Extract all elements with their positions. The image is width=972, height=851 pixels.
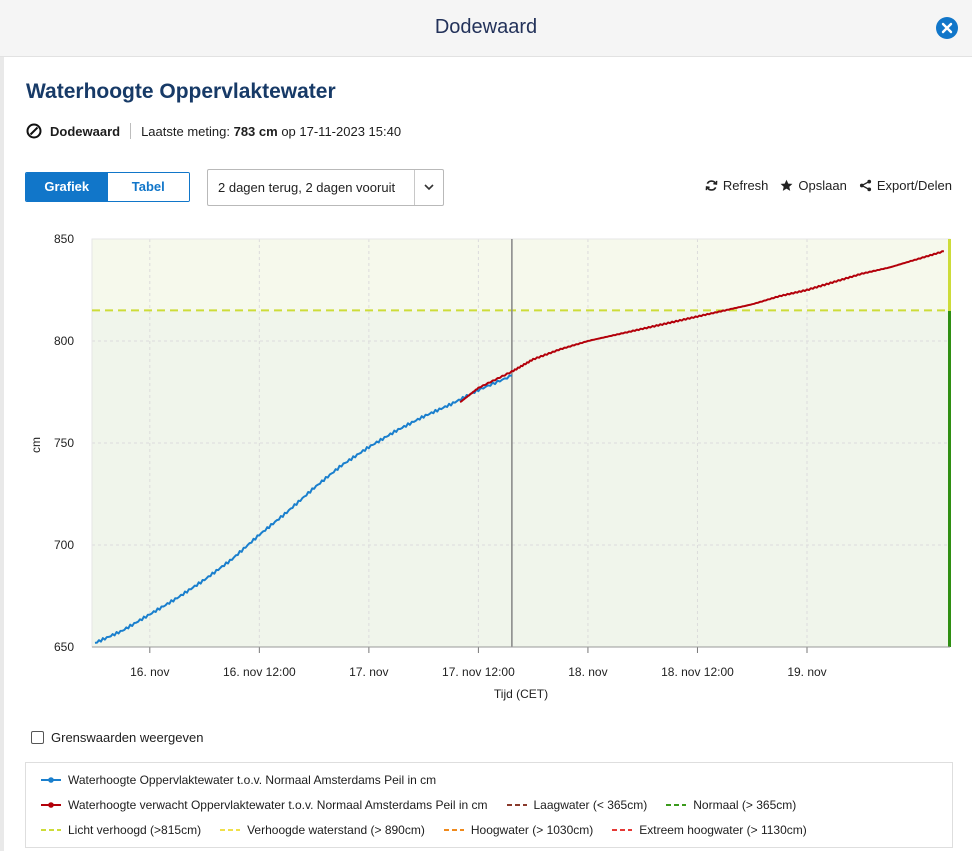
legend-item[interactable]: Waterhoogte verwacht Oppervlaktewater t.…	[40, 798, 488, 812]
legend-marker-icon	[41, 777, 61, 783]
export-share-button[interactable]: Export/Delen	[859, 178, 952, 193]
star-icon	[780, 179, 793, 191]
legend-row: Licht verhoogd (>815cm) Verhoogde waterst…	[40, 823, 807, 837]
x-tick-label: 19. nov	[787, 665, 826, 679]
legend-item[interactable]: Waterhoogte Oppervlaktewater t.o.v. Norm…	[40, 773, 436, 787]
x-tick-label: 18. nov 12:00	[661, 665, 734, 679]
y-axis-title: cm	[29, 437, 43, 453]
chart-legend: Waterhoogte Oppervlaktewater t.o.v. Norm…	[25, 762, 953, 848]
modal-header: Dodewaard	[0, 0, 972, 57]
legend-row: Waterhoogte verwacht Oppervlaktewater t.…	[40, 798, 796, 812]
legend-marker-icon	[41, 802, 61, 808]
legend-label: Licht verhoogd (>815cm)	[68, 823, 202, 837]
y-tick-label: 850	[54, 232, 74, 246]
save-label: Opslaan	[798, 178, 847, 193]
legend-item[interactable]: Normaal (> 365cm)	[665, 798, 796, 812]
legend-marker-icon	[612, 829, 633, 831]
plot-band-normal	[92, 311, 950, 647]
export-label: Export/Delen	[876, 178, 952, 193]
close-button[interactable]	[936, 17, 958, 39]
threshold-bar-elevated	[948, 239, 951, 311]
legend-marker-icon	[666, 804, 687, 806]
measurement-meta: Dodewaard Laatste meting: 783 cm op 17-1…	[26, 122, 401, 140]
plot-band-elevated	[92, 239, 950, 311]
share-icon	[859, 179, 871, 192]
legend-marker-icon	[443, 829, 464, 831]
x-tick-label: 17. nov 12:00	[442, 665, 515, 679]
y-tick-label: 650	[54, 640, 74, 654]
x-tick-label: 18. nov	[568, 665, 607, 679]
tab-tabel[interactable]: Tabel	[107, 173, 189, 201]
view-toggle: Grafiek Tabel	[25, 172, 190, 202]
y-tick-label: 750	[54, 436, 74, 450]
last-measurement-date: op 17-11-2023 15:40	[281, 123, 402, 139]
refresh-icon	[705, 180, 718, 191]
chart-actions: Refresh Opslaan Export/Delen	[705, 178, 952, 193]
save-button[interactable]: Opslaan	[780, 178, 847, 193]
legend-label: Extreem hoogwater (> 1130cm)	[639, 823, 807, 837]
x-axis-ticks: 16. nov 16. nov 12:00 17. nov 17. nov 12:00…	[92, 646, 950, 679]
chevron-down-icon	[424, 184, 434, 191]
location-pin-icon	[26, 123, 42, 139]
legend-label: Waterhoogte Oppervlaktewater t.o.v. Norm…	[68, 773, 437, 787]
legend-row: Waterhoogte Oppervlaktewater t.o.v. Norm…	[40, 773, 436, 787]
legend-label: Hoogwater (> 1030cm)	[470, 823, 594, 837]
legend-label: Laagwater (< 365cm)	[533, 798, 648, 812]
range-select[interactable]: 2 dagen terug, 2 dagen vooruit	[207, 169, 444, 206]
legend-item[interactable]: Verhoogde waterstand (> 890cm)	[219, 823, 425, 837]
legend-marker-icon	[506, 804, 527, 806]
x-tick-label: 17. nov	[349, 665, 388, 679]
legend-dot	[48, 802, 54, 808]
legend-marker-icon	[41, 829, 61, 831]
threshold-bar-normal	[948, 311, 951, 647]
legend-item[interactable]: Laagwater (< 365cm)	[506, 798, 648, 812]
threshold-toggle[interactable]: Grenswaarden weergeven	[31, 730, 203, 745]
range-select-value: 2 dagen terug, 2 dagen vooruit	[218, 180, 396, 195]
refresh-label: Refresh	[722, 178, 769, 193]
threshold-checkbox[interactable]	[31, 731, 44, 744]
close-icon	[941, 22, 953, 34]
legend-dot	[48, 777, 54, 783]
last-measurement-label: Laatste meting:	[141, 123, 230, 139]
range-select-divider	[414, 170, 415, 205]
tab-grafiek[interactable]: Grafiek	[26, 173, 108, 201]
legend-label: Verhoogde waterstand (> 890cm)	[247, 823, 425, 837]
legend-item[interactable]: Extreem hoogwater (> 1130cm)	[611, 823, 807, 837]
y-tick-label: 700	[54, 538, 74, 552]
refresh-button[interactable]: Refresh	[705, 178, 769, 193]
legend-item[interactable]: Licht verhoogd (>815cm)	[40, 823, 201, 837]
legend-label: Waterhoogte verwacht Oppervlaktewater t.…	[68, 798, 488, 812]
last-measurement-value: 783 cm	[233, 123, 278, 139]
water-level-chart: 16. nov 16. nov 12:00 17. nov 17. nov 12:00…	[29, 232, 951, 701]
y-tick-label: 800	[54, 334, 74, 348]
y-axis-ticks: 650 700 750 800 850	[54, 232, 74, 654]
legend-marker-icon	[220, 829, 241, 831]
x-tick-label: 16. nov	[130, 665, 169, 679]
modal-title: Dodewaard	[434, 16, 538, 38]
x-axis-title: Tijd (CET)	[494, 687, 548, 701]
meta-divider	[130, 123, 132, 139]
legend-item[interactable]: Hoogwater (> 1030cm)	[443, 823, 593, 837]
threshold-toggle-label: Grenswaarden weergeven	[51, 730, 204, 745]
page-title: Waterhoogte Oppervlaktewater	[26, 80, 336, 103]
x-tick-label: 16. nov 12:00	[223, 665, 296, 679]
legend-label: Normaal (> 365cm)	[693, 798, 797, 812]
station-name: Dodewaard	[50, 123, 121, 139]
